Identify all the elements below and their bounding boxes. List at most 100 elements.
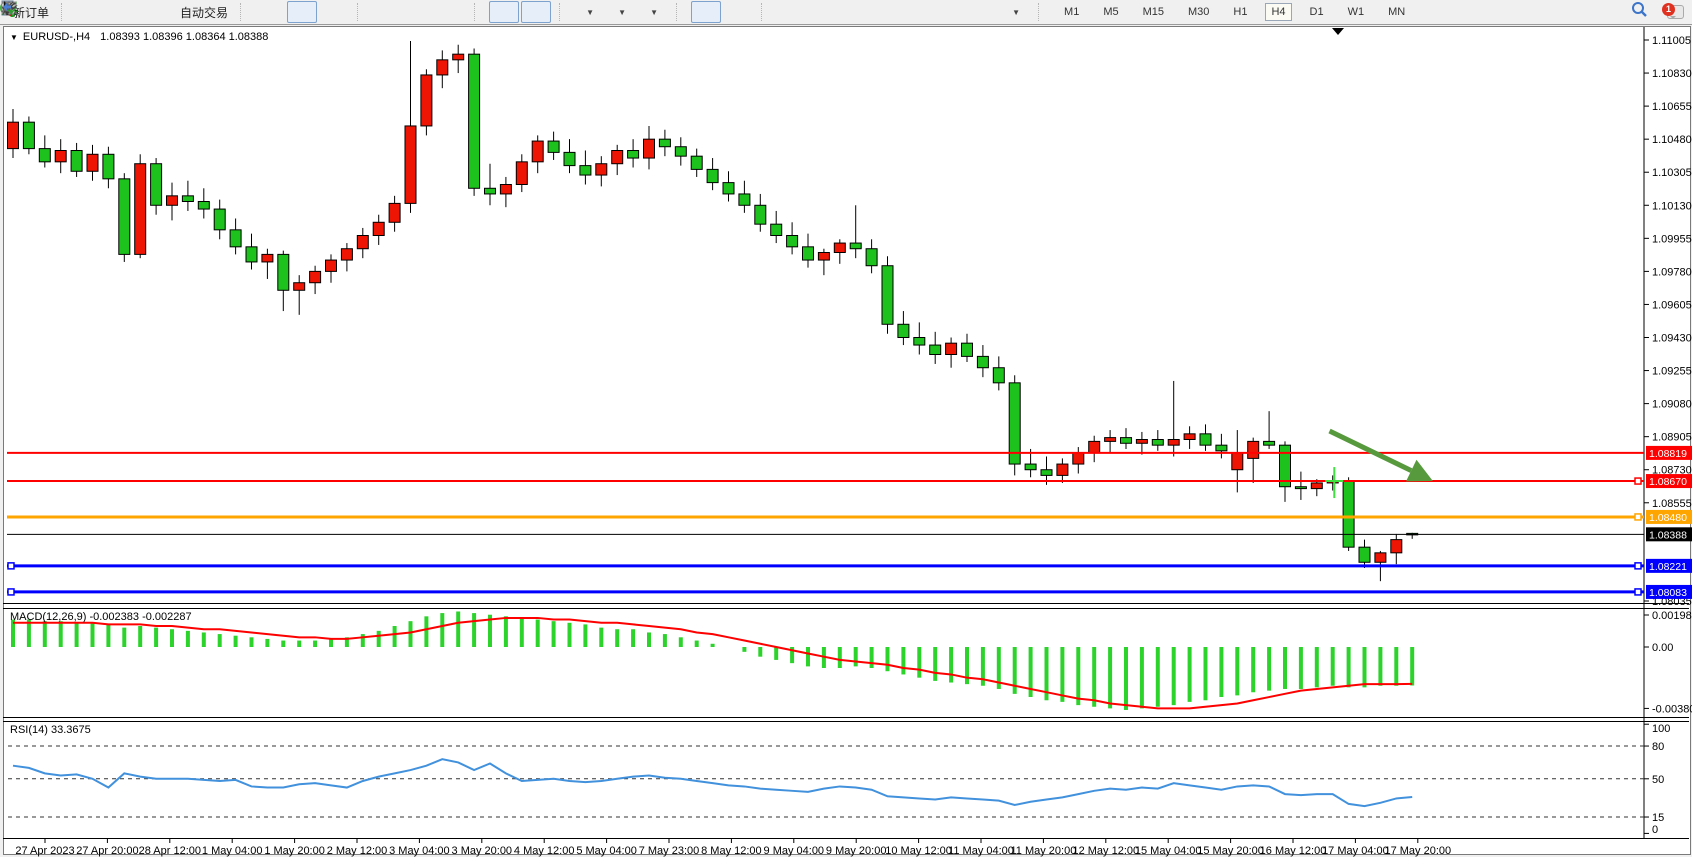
macd-signal-line: [13, 618, 1412, 708]
fibonacci-tool-button[interactable]: F: [904, 1, 934, 23]
line-chart-button[interactable]: [319, 1, 349, 23]
vertical-line-tool-button[interactable]: [776, 1, 806, 23]
bar-chart-button[interactable]: [255, 1, 285, 23]
macd-indicator-label: MACD(12,26,9) -0.002383 -0.002287: [10, 611, 192, 623]
hline-handle-left[interactable]: [8, 589, 14, 595]
cursor-button[interactable]: [691, 1, 721, 23]
candle: [437, 60, 448, 75]
price-level-badge-label: 1.08819: [1649, 448, 1687, 460]
hline-handle-right[interactable]: [1635, 563, 1641, 569]
time-axis-label: 27 Apr 2023: [15, 845, 74, 857]
candle: [723, 183, 734, 194]
notifications-button[interactable]: 1: [1662, 2, 1684, 22]
candle: [771, 224, 782, 235]
crosshair-button[interactable]: [723, 1, 753, 23]
candle: [898, 324, 909, 337]
candle: [8, 122, 19, 148]
hline-handle-right[interactable]: [1635, 478, 1641, 484]
rsi-axis-label: 50: [1652, 774, 1664, 786]
price-level-badge-label: 1.08480: [1649, 512, 1687, 524]
candle: [564, 152, 575, 165]
market-button[interactable]: [76, 1, 106, 23]
time-axis-label: 27 Apr 20:00: [76, 845, 138, 857]
candle: [278, 254, 289, 290]
hline-handle-right[interactable]: [1635, 589, 1641, 595]
price-axis-label: 1.08555: [1652, 498, 1692, 510]
candle: [1232, 453, 1243, 470]
rsi-axis-label: 15: [1652, 812, 1664, 824]
templates-button[interactable]: ▼: [638, 1, 668, 23]
zoom-in-button[interactable]: [372, 1, 402, 23]
trendline-tool-button[interactable]: [840, 1, 870, 23]
timeframe-H4[interactable]: H4: [1265, 3, 1291, 21]
price-axis-label: 1.10130: [1652, 200, 1692, 212]
candle: [326, 260, 337, 271]
candle: [421, 75, 432, 126]
candle: [1295, 487, 1306, 489]
arrows-tool-button[interactable]: ▼: [1000, 1, 1030, 23]
macd-axis-label: -0.003804: [1652, 703, 1692, 715]
time-axis-label: 15 May 04:00: [1135, 845, 1202, 857]
timeframe-W1[interactable]: W1: [1342, 3, 1371, 21]
candle: [135, 164, 146, 255]
time-axis-label: 4 May 12:00: [514, 845, 575, 857]
candle: [1248, 441, 1259, 458]
candle: [1152, 440, 1163, 446]
price-axis-label: 1.09955: [1652, 233, 1692, 245]
candle: [246, 247, 257, 262]
search-button[interactable]: [1631, 1, 1661, 23]
equidistant-channel-button[interactable]: E: [872, 1, 902, 23]
timeframe-H1[interactable]: H1: [1227, 3, 1253, 21]
one-click-trading-toggle[interactable]: ▼: [10, 33, 18, 42]
zoom-out-button[interactable]: [404, 1, 434, 23]
auto-trading-button[interactable]: 自动交易: [172, 1, 232, 23]
candle: [55, 151, 66, 162]
toolbar-separator: [559, 3, 566, 21]
rsi-line: [13, 759, 1412, 806]
time-axis-label: 28 Apr 12:00: [139, 845, 201, 857]
candle: [182, 196, 193, 202]
arrow-shapes-icon: [0, 0, 18, 16]
candle: [1089, 441, 1100, 452]
toolbar-separator: [240, 3, 247, 21]
candle: [103, 154, 114, 179]
candle: [596, 164, 607, 175]
timeframe-D1[interactable]: D1: [1304, 3, 1330, 21]
timeframe-M5[interactable]: M5: [1097, 3, 1124, 21]
signals-button[interactable]: [140, 1, 170, 23]
timeframe-M30[interactable]: M30: [1182, 3, 1215, 21]
bid-price-badge-label: 1.08388: [1649, 529, 1687, 541]
candle: [294, 283, 305, 291]
tile-windows-button[interactable]: [436, 1, 466, 23]
price-level-badge-label: 1.08221: [1649, 561, 1687, 573]
text-tool-button[interactable]: A: [936, 1, 966, 23]
chart-shift-button[interactable]: [521, 1, 551, 23]
candle: [1359, 547, 1370, 562]
candle: [198, 202, 209, 210]
timeframe-MN[interactable]: MN: [1382, 3, 1411, 21]
timeframe-M1[interactable]: M1: [1058, 3, 1085, 21]
indicators-button[interactable]: ▼: [574, 1, 604, 23]
candle: [23, 122, 34, 148]
hline-handle-right[interactable]: [1635, 514, 1641, 520]
ohlc-readout: 1.08393 1.08396 1.08364 1.08388: [100, 31, 268, 43]
chart-shift-marker[interactable]: [1332, 28, 1344, 35]
mt4-terminal-window: { "toolbar": { "new_order_label": "新订单",…: [0, 0, 1692, 857]
periods-button[interactable]: ▼: [606, 1, 636, 23]
candle: [866, 249, 877, 266]
text-label-tool-button[interactable]: T: [968, 1, 998, 23]
horizontal-line-tool-button[interactable]: [808, 1, 838, 23]
trend-arrow-annotation[interactable]: [1330, 431, 1412, 471]
chart-window: 1.110051.108301.106551.104801.103051.101…: [0, 25, 1692, 857]
candle: [389, 203, 400, 222]
candle: [1105, 438, 1116, 442]
chevron-down-icon: ▼: [586, 8, 594, 17]
candlestick-chart-button[interactable]: [287, 1, 317, 23]
candle: [405, 126, 416, 203]
timeframe-M15[interactable]: M15: [1137, 3, 1170, 21]
candle: [310, 271, 321, 282]
candle: [691, 156, 702, 169]
signals-profile-button[interactable]: [108, 1, 138, 23]
hline-handle-left[interactable]: [8, 563, 14, 569]
auto-scroll-button[interactable]: [489, 1, 519, 23]
